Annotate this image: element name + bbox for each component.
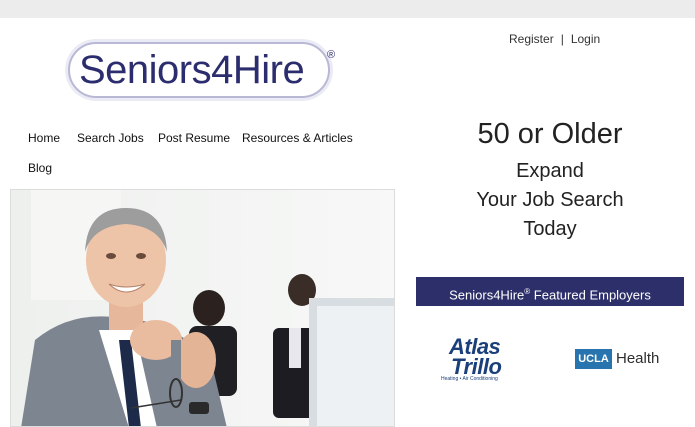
site-logo[interactable]: Seniors4Hire	[68, 42, 330, 98]
ucla-logo-box: UCLA	[575, 349, 612, 369]
promo-line-expand: Expand	[516, 160, 584, 182]
hero-photo	[10, 189, 395, 427]
ucla-logo-health: Health	[616, 350, 660, 367]
nav-post-resume[interactable]: Post Resume	[158, 131, 230, 145]
auth-links: Register | Login	[509, 32, 600, 46]
nav-resources-articles[interactable]: Resources & Articles	[242, 131, 353, 145]
login-link[interactable]: Login	[571, 32, 600, 46]
logo-text: Seniors4Hire	[79, 48, 305, 92]
nav-blog[interactable]: Blog	[28, 161, 52, 175]
featured-employers-banner: Seniors4Hire® Featured Employers	[416, 277, 684, 306]
featured-label-prefix: Seniors4Hire	[449, 287, 525, 303]
atlas-trillo-logo[interactable]: Atlas Trillo Heating • Air Conditioning	[441, 334, 531, 384]
auth-separator: |	[560, 32, 564, 46]
register-link[interactable]: Register	[509, 32, 554, 46]
top-bar	[0, 0, 695, 18]
promo-line-today: Today	[523, 218, 577, 240]
featured-label-suffix: Featured Employers	[530, 287, 651, 303]
hero-photo-illustration	[11, 190, 394, 426]
nav-home[interactable]: Home	[28, 131, 60, 145]
promo-line-job-search: Your Job Search	[476, 189, 624, 211]
logo-registered-mark: ®	[327, 49, 336, 61]
atlas-logo-subtitle: Heating • Air Conditioning	[441, 376, 498, 382]
nav-search-jobs[interactable]: Search Jobs	[77, 131, 144, 145]
promo-headline: 50 or Older	[477, 118, 623, 150]
